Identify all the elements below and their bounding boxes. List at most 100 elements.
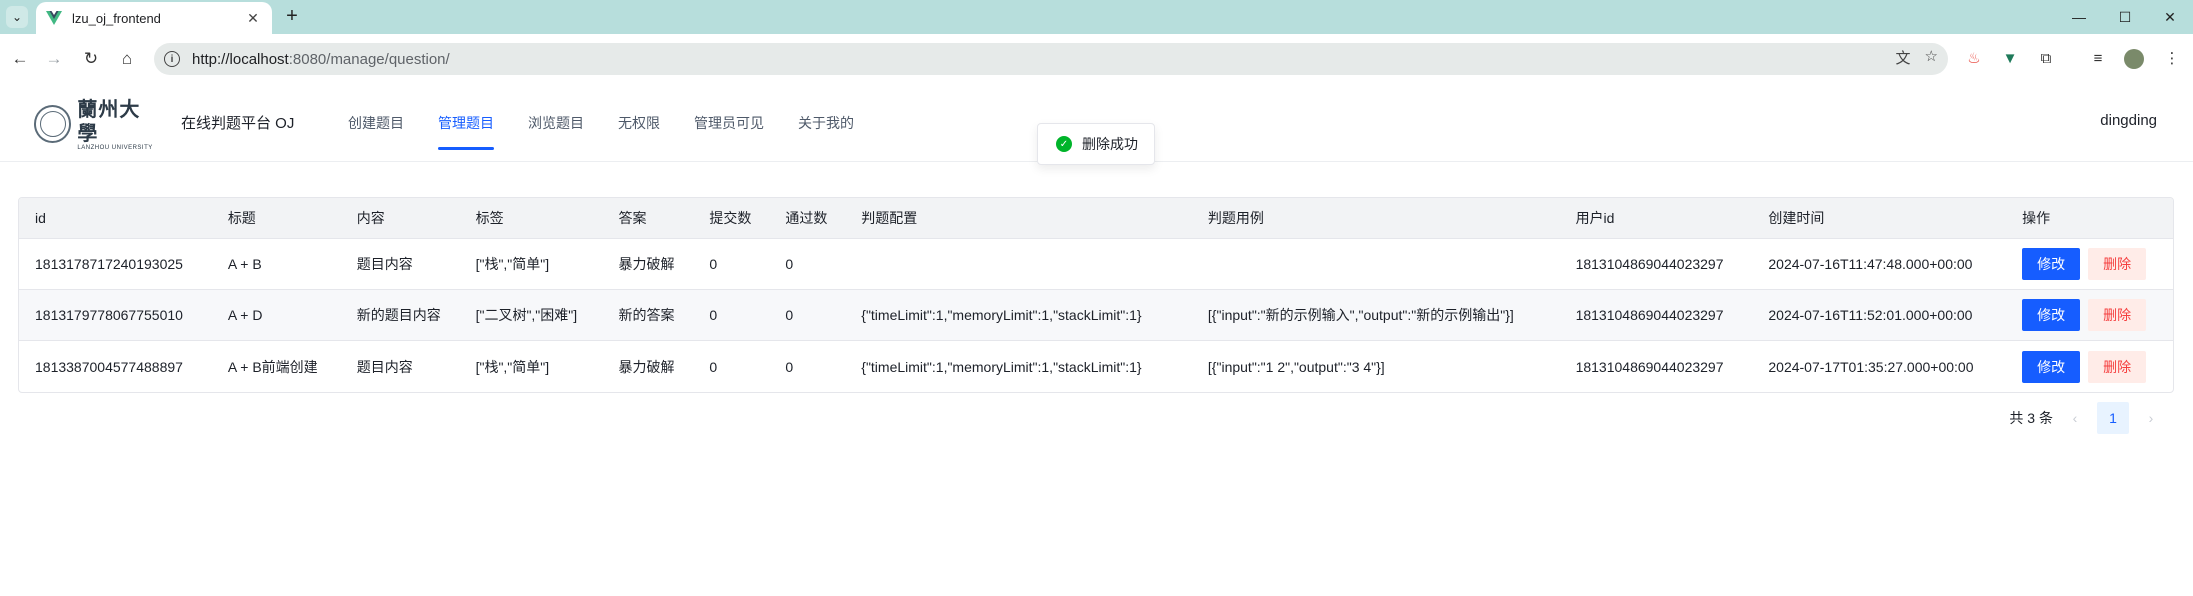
page-number-button[interactable]: 1 bbox=[2097, 402, 2129, 434]
maximize-icon[interactable]: ☐ bbox=[2102, 3, 2148, 31]
menu-no-permission[interactable]: 无权限 bbox=[601, 84, 677, 162]
university-logo[interactable]: 蘭州大學 LANZHOU UNIVERSITY bbox=[34, 97, 160, 151]
reload-icon[interactable]: ↻ bbox=[79, 47, 103, 71]
column-header[interactable]: 通过数 bbox=[769, 208, 845, 228]
edit-button[interactable]: 修改 bbox=[2022, 248, 2081, 280]
back-arrow-icon[interactable]: ← bbox=[8, 47, 32, 71]
cell-answer: 暴力破解 bbox=[618, 256, 675, 272]
menu-create-question[interactable]: 创建题目 bbox=[331, 84, 421, 162]
minimize-icon[interactable]: — bbox=[2056, 3, 2102, 31]
cell-actions: 修改 删除 bbox=[2006, 299, 2173, 331]
cell-user-id: 1813104869044023297 bbox=[1575, 256, 1724, 272]
tab-close-icon[interactable]: ✕ bbox=[244, 10, 262, 27]
cell-create-time: 2024-07-16T11:52:01.000+00:00 bbox=[1768, 307, 1973, 323]
edit-button[interactable]: 修改 bbox=[2022, 299, 2081, 331]
cell-submit-num: 0 bbox=[709, 307, 718, 323]
column-header[interactable]: 内容 bbox=[341, 208, 460, 228]
vue-favicon-icon bbox=[46, 11, 62, 25]
cell-submit-num: 0 bbox=[709, 358, 718, 375]
cell-actions: 修改 删除 bbox=[2006, 248, 2173, 280]
prev-page-chevron-icon[interactable]: ‹ bbox=[2067, 410, 2083, 426]
column-header[interactable]: 标签 bbox=[460, 208, 603, 228]
column-header[interactable]: 提交数 bbox=[693, 208, 769, 228]
delete-button[interactable]: 删除 bbox=[2088, 248, 2147, 280]
table-header-row: id 标题 内容 标签 答案 提交数 通过数 判题配置 判题用例 用户id 创建… bbox=[19, 198, 2173, 239]
menu-admin-only[interactable]: 管理员可见 bbox=[677, 84, 781, 162]
cell-tags: ["栈","简单"] bbox=[475, 358, 550, 375]
column-header[interactable]: 创建时间 bbox=[1752, 208, 2006, 228]
column-header[interactable]: 标题 bbox=[212, 208, 341, 228]
profile-avatar-icon[interactable] bbox=[2122, 47, 2146, 71]
cell-submit-num: 0 bbox=[709, 256, 718, 272]
site-info-icon[interactable]: i bbox=[164, 51, 180, 67]
column-header[interactable]: 答案 bbox=[602, 208, 693, 228]
next-page-chevron-icon[interactable]: › bbox=[2143, 410, 2159, 426]
cell-user-id: 1813104869044023297 bbox=[1575, 307, 1724, 323]
url-path: :8080/manage/question/ bbox=[288, 50, 450, 68]
column-header[interactable]: 操作 bbox=[2006, 208, 2173, 228]
cell-title: A + B前端创建 bbox=[227, 358, 318, 375]
tab-title: lzu_oj_frontend bbox=[72, 10, 161, 26]
cell-judge-config: {"timeLimit":1,"memoryLimit":1,"stackLim… bbox=[861, 358, 1142, 375]
cell-id: 1813179778067755010 bbox=[35, 307, 183, 323]
extensions-puzzle-icon[interactable]: ⧉ bbox=[2034, 47, 2058, 71]
logo-chinese-text: 蘭州大學 bbox=[77, 97, 141, 145]
url-host: http://localhost bbox=[192, 50, 289, 68]
pagination-total: 共 3 条 bbox=[2009, 410, 2053, 426]
table-row: 1813179778067755010 A + D 新的题目内容 ["二叉树",… bbox=[19, 290, 2173, 341]
browser-tab[interactable]: lzu_oj_frontend ✕ bbox=[36, 2, 272, 34]
tab-search-chevron-icon[interactable]: ⌄ bbox=[6, 6, 28, 28]
cell-user-id: 1813104869044023297 bbox=[1575, 358, 1724, 375]
address-bar[interactable]: i http://localhost:8080/manage/question/… bbox=[154, 43, 1948, 75]
cell-create-time: 2024-07-16T11:47:48.000+00:00 bbox=[1768, 256, 1973, 272]
column-header[interactable]: 判题配置 bbox=[845, 208, 1192, 228]
cell-content: 新的题目内容 bbox=[356, 307, 441, 323]
column-header[interactable]: 判题用例 bbox=[1192, 208, 1560, 228]
question-table: id 标题 内容 标签 答案 提交数 通过数 判题配置 判题用例 用户id 创建… bbox=[18, 197, 2174, 393]
extension-vue-devtools-icon[interactable]: ▼ bbox=[1998, 47, 2022, 71]
check-circle-icon: ✓ bbox=[1056, 136, 1072, 152]
cell-title: A + D bbox=[227, 307, 263, 323]
menu-about[interactable]: 关于我的 bbox=[781, 84, 871, 162]
username[interactable]: dingding bbox=[2100, 112, 2157, 129]
new-tab-plus-icon[interactable]: + bbox=[280, 5, 304, 29]
column-header[interactable]: 用户id bbox=[1560, 208, 1753, 228]
pagination: 共 3 条 ‹ 1 › bbox=[2009, 402, 2159, 434]
cell-answer: 新的答案 bbox=[618, 307, 675, 323]
delete-button[interactable]: 删除 bbox=[2088, 299, 2147, 331]
cell-content: 题目内容 bbox=[356, 358, 413, 375]
site-title: 在线判题平台 OJ bbox=[181, 115, 295, 132]
success-toast: ✓ 删除成功 bbox=[1037, 123, 1155, 165]
home-icon[interactable]: ⌂ bbox=[115, 47, 139, 71]
cell-judge-case: [{"input":"1 2","output":"3 4"}] bbox=[1207, 358, 1385, 375]
cell-judge-case: [{"input":"新的示例输入","output":"新的示例输出"}] bbox=[1207, 307, 1514, 323]
university-seal-icon bbox=[34, 105, 72, 143]
cell-actions: 修改 删除 bbox=[2006, 350, 2173, 383]
browser-menu-icon[interactable]: ⋮ bbox=[2160, 47, 2184, 71]
cell-accepted-num: 0 bbox=[785, 358, 794, 375]
cell-answer: 暴力破解 bbox=[618, 358, 675, 375]
menu-browse-question[interactable]: 浏览题目 bbox=[511, 84, 601, 162]
window-close-icon[interactable]: ✕ bbox=[2147, 3, 2193, 31]
browser-tabstrip: ⌄ lzu_oj_frontend ✕ + — ☐ ✕ bbox=[0, 0, 2193, 34]
cell-content: 题目内容 bbox=[356, 256, 413, 272]
translate-icon[interactable]: 文 bbox=[1896, 47, 1911, 68]
cell-id: 1813178717240193025 bbox=[35, 256, 183, 272]
table-row: 1813387004577488897 A + B前端创建 题目内容 ["栈",… bbox=[19, 341, 2173, 392]
bookmark-star-icon[interactable]: ☆ bbox=[1925, 47, 1938, 68]
cell-tags: ["栈","简单"] bbox=[475, 256, 550, 272]
browser-toolbar: ← → ↻ ⌂ i http://localhost:8080/manage/q… bbox=[0, 34, 2193, 84]
forward-arrow-icon[interactable]: → bbox=[42, 47, 66, 71]
cell-accepted-num: 0 bbox=[785, 256, 794, 272]
cell-accepted-num: 0 bbox=[785, 307, 794, 323]
toast-text: 删除成功 bbox=[1082, 136, 1138, 152]
menu-manage-question[interactable]: 管理题目 bbox=[421, 84, 511, 162]
url-text[interactable]: http://localhost:8080/manage/question/ bbox=[192, 51, 450, 68]
edit-button[interactable]: 修改 bbox=[2022, 350, 2081, 383]
extension-red-icon[interactable]: ♨ bbox=[1962, 47, 1986, 71]
logo-english-text: LANZHOU UNIVERSITY bbox=[77, 145, 153, 151]
delete-button[interactable]: 删除 bbox=[2088, 350, 2147, 383]
column-header[interactable]: id bbox=[19, 210, 212, 226]
cell-title: A + B bbox=[227, 256, 262, 272]
reading-list-icon[interactable]: ≡ bbox=[2086, 47, 2110, 71]
